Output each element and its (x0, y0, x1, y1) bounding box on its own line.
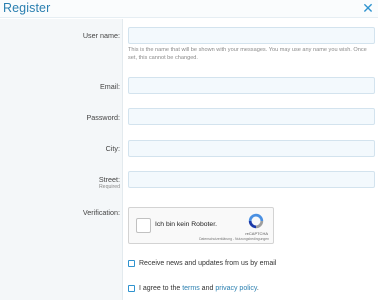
dialog-title: Register (3, 1, 51, 15)
terms-checkbox[interactable] (128, 285, 135, 292)
close-icon[interactable]: ✕ (362, 1, 374, 15)
recaptcha-logo-icon (248, 213, 264, 229)
recaptcha-widget: Ich bin kein Roboter. reCAPTCHA Datensch… (128, 207, 274, 244)
news-option-label: Receive news and updates from us by emai… (139, 260, 277, 267)
privacy-policy-link[interactable]: privacy policy (215, 285, 257, 292)
username-hint: This is the name that will be shown with… (128, 47, 367, 61)
recaptcha-text: Ich bin kein Roboter. (155, 221, 217, 228)
username-label: User name: (82, 31, 120, 40)
street-required-note: Required (98, 184, 120, 190)
recaptcha-links[interactable]: Datenschutzerklärung - Nutzungsbedingung… (199, 237, 269, 241)
label-column (0, 19, 122, 300)
street-input[interactable] (128, 171, 375, 188)
terms-option-label: I agree to the terms and privacy policy. (139, 284, 259, 293)
terms-prefix: I agree to the (139, 285, 181, 292)
recaptcha-brand: reCAPTCHA (245, 231, 268, 236)
column-divider (122, 19, 123, 300)
verification-label: Verification: (82, 208, 120, 217)
password-label: Password: (86, 113, 120, 122)
street-label: Street: (98, 175, 120, 184)
news-checkbox[interactable] (128, 260, 135, 267)
city-label: City: (105, 144, 120, 153)
email-label: Email: (100, 82, 120, 91)
terms-link[interactable]: terms (182, 285, 200, 292)
password-input[interactable] (128, 108, 375, 125)
dialog-header: Register ✕ (0, 0, 378, 18)
terms-and: and (201, 285, 214, 292)
username-input[interactable] (128, 27, 375, 44)
email-input[interactable] (128, 77, 375, 94)
city-input[interactable] (128, 140, 375, 157)
recaptcha-checkbox[interactable] (136, 218, 151, 233)
terms-suffix: . (256, 285, 259, 292)
